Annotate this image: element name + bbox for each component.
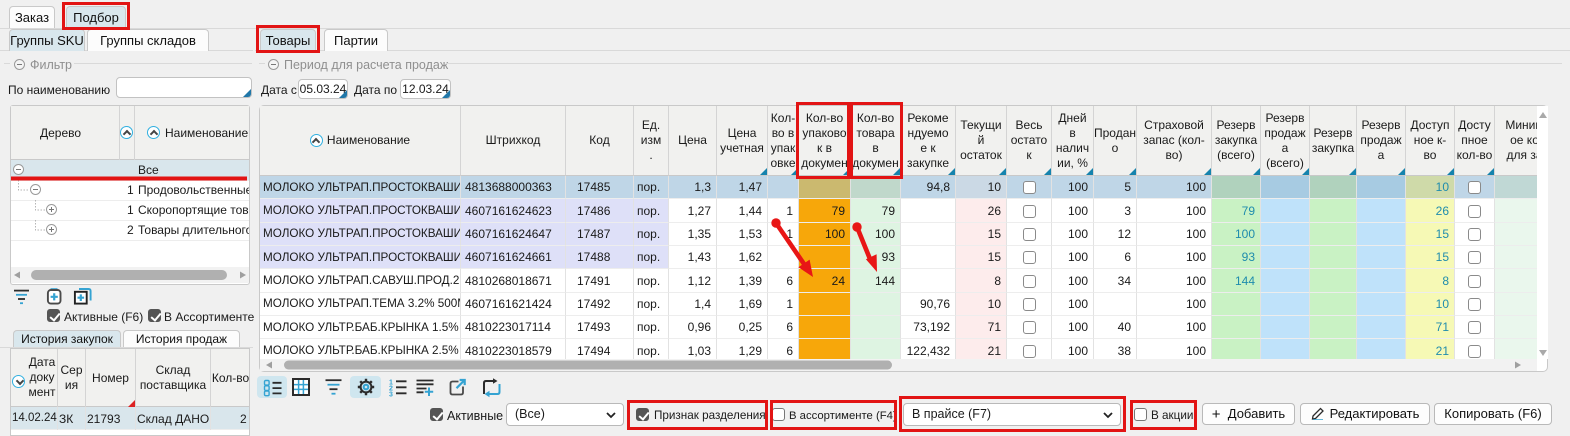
svg-text:3: 3 bbox=[389, 392, 393, 399]
